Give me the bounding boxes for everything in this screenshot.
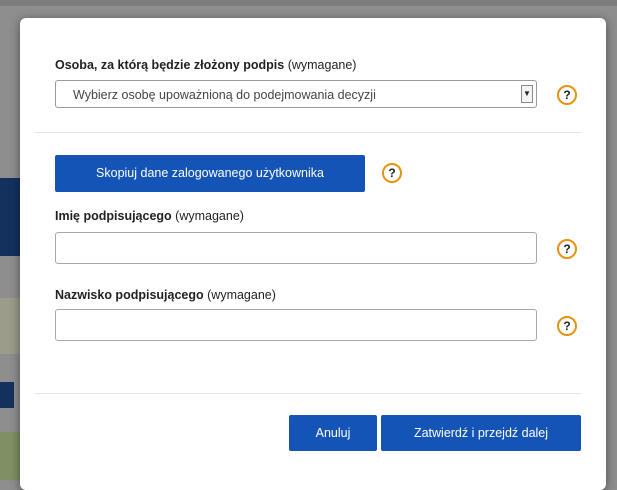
signer-select-value: Wybierz osobę upoważnioną do podejmowani… xyxy=(73,88,376,102)
copy-user-data-button[interactable]: Skopiuj dane zalogowanego użytkownika xyxy=(55,155,365,192)
signer-select[interactable]: Wybierz osobę upoważnioną do podejmowani… xyxy=(55,80,537,108)
last-name-label-text: Nazwisko podpisującego xyxy=(55,288,204,302)
footer-divider xyxy=(35,393,581,394)
signer-select-label: Osoba, za którą będzie złożony podpis (w… xyxy=(55,58,356,72)
signer-select-label-text: Osoba, za którą będzie złożony podpis xyxy=(55,58,285,72)
first-name-label-text: Imię podpisującego xyxy=(55,209,172,223)
background-notice-block xyxy=(0,298,22,354)
question-circle-icon[interactable]: ? xyxy=(557,239,577,259)
signer-dialog: Osoba, za którą będzie złożony podpis (w… xyxy=(20,18,606,490)
question-circle-icon[interactable]: ? xyxy=(557,316,577,336)
background-top-bar xyxy=(0,0,617,6)
last-name-field[interactable] xyxy=(55,309,537,341)
cancel-button[interactable]: Anuluj xyxy=(289,415,377,451)
background-green-strip xyxy=(0,432,22,480)
last-name-label: Nazwisko podpisującego (wymagane) xyxy=(55,288,276,302)
question-circle-icon[interactable]: ? xyxy=(557,85,577,105)
first-name-required: (wymagane) xyxy=(175,209,244,223)
signer-select-required: (wymagane) xyxy=(287,58,357,72)
first-name-label: Imię podpisującego (wymagane) xyxy=(55,209,244,223)
confirm-button[interactable]: Zatwierdź i przejdź dalej xyxy=(381,415,581,451)
first-name-field[interactable] xyxy=(55,232,537,264)
section-divider xyxy=(35,132,581,133)
chevron-down-icon[interactable]: ▼ xyxy=(521,85,533,103)
background-blue-block xyxy=(0,178,22,256)
background-blue-heading xyxy=(0,382,14,408)
last-name-required: (wymagane) xyxy=(207,288,276,302)
question-circle-icon[interactable]: ? xyxy=(382,163,402,183)
